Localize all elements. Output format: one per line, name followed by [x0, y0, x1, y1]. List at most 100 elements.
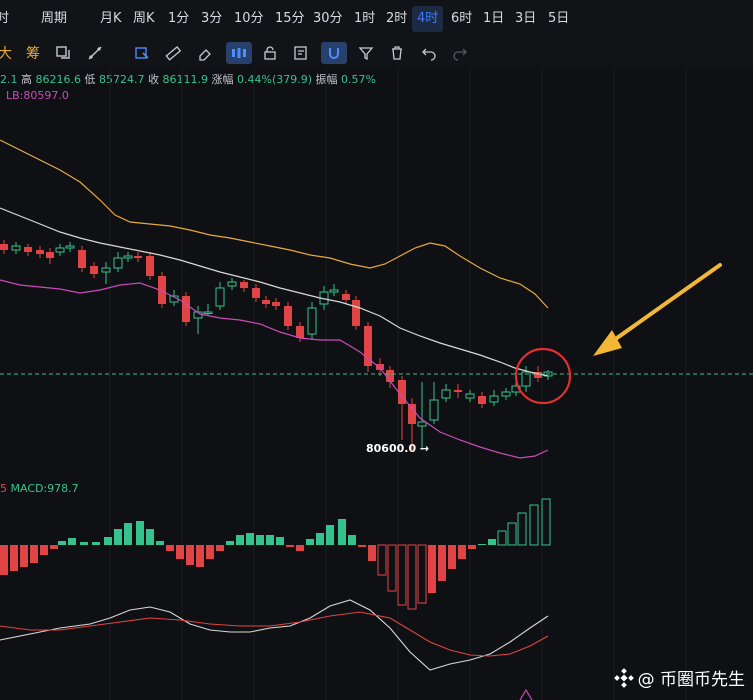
upper-band-line	[0, 139, 549, 309]
trash-icon[interactable]	[386, 42, 408, 64]
dif-line	[0, 599, 549, 671]
candle-body	[284, 306, 292, 326]
tab-tf-5[interactable]: 3分	[196, 0, 227, 38]
macd-bar	[488, 539, 496, 545]
candle-body	[101, 267, 111, 273]
macd-bar	[286, 545, 294, 547]
macd-bar	[448, 545, 456, 569]
candle-body	[24, 247, 32, 252]
macd-bar	[326, 525, 334, 545]
candle-body	[454, 390, 462, 392]
tab-tf-15[interactable]: 5日	[543, 0, 574, 38]
candle-body	[0, 244, 8, 250]
undo-icon[interactable]	[418, 42, 440, 64]
candle-body	[215, 287, 225, 307]
tab-tf-9[interactable]: 1时	[349, 0, 380, 38]
macd-bar	[497, 530, 507, 546]
macd-bar	[517, 512, 527, 546]
candle-body	[113, 257, 123, 269]
macd-legend: 5 MACD:978.7	[0, 482, 79, 495]
tab-tf-14[interactable]: 3日	[510, 0, 541, 38]
bottom-marker	[519, 688, 533, 700]
tab-tf-3[interactable]: 周K	[128, 0, 160, 38]
candle-body	[441, 389, 451, 399]
candle-body	[146, 256, 154, 276]
edit-list-icon[interactable]	[290, 42, 312, 64]
tab-tf-2[interactable]: 月K	[95, 0, 127, 38]
macd-bar	[30, 545, 38, 563]
macd-bar	[428, 545, 436, 593]
candle-body	[352, 300, 360, 326]
arrow-head	[593, 330, 622, 356]
macd-bar	[40, 545, 48, 555]
macd-bar	[306, 539, 314, 545]
tool-chou[interactable]: 筹	[22, 42, 44, 64]
candle-body	[203, 311, 213, 314]
candle-body	[342, 294, 350, 300]
macd-bar	[266, 535, 274, 545]
dea-line	[0, 611, 549, 657]
redo-icon[interactable]	[449, 42, 471, 64]
macd-bar	[478, 544, 486, 545]
tab-tf-12[interactable]: 6时	[446, 0, 477, 38]
cursor-square-icon[interactable]	[131, 42, 153, 64]
lower-band-line	[0, 279, 549, 459]
candle-body	[11, 245, 21, 251]
tab-tf-10[interactable]: 2时	[381, 0, 412, 38]
candle-body	[240, 282, 248, 288]
macd-bar	[206, 545, 214, 559]
candle-body	[65, 245, 75, 249]
tab-tf-6[interactable]: 10分	[229, 0, 269, 38]
candle-body	[134, 256, 142, 258]
replace-icon[interactable]	[52, 42, 74, 64]
macd-histogram	[0, 498, 551, 610]
candle-body	[417, 421, 427, 427]
macd-bar	[256, 535, 264, 545]
macd-bar	[50, 545, 58, 549]
candle-body	[307, 307, 317, 335]
candle-body	[55, 247, 65, 253]
macd-bar	[196, 545, 204, 567]
watermark: @ 币圈币先生	[613, 665, 745, 690]
candle-body	[376, 364, 384, 370]
candles-icon[interactable]	[226, 42, 252, 64]
lock-icon[interactable]	[259, 42, 281, 64]
tab-tf-4[interactable]: 1分	[163, 0, 194, 38]
tab-tf-11[interactable]: 4时	[412, 6, 444, 32]
macd-bar	[176, 545, 184, 559]
tab-tf-7[interactable]: 15分	[270, 0, 310, 38]
candle-body	[478, 396, 486, 404]
macd-value: MACD:978.7	[10, 482, 79, 495]
magnet-icon[interactable]	[321, 42, 347, 64]
macd-bar	[458, 545, 466, 559]
tab-tf-0[interactable]: 分时	[0, 0, 14, 38]
candle-body	[465, 393, 475, 399]
macd-bar	[507, 522, 517, 546]
arrow-shaft	[598, 263, 722, 352]
macd-bar	[156, 541, 164, 545]
ruler-icon[interactable]	[162, 42, 184, 64]
candle-body	[90, 266, 98, 274]
macd-bar	[368, 545, 376, 561]
candle-body	[36, 250, 44, 254]
macd-bar	[348, 535, 356, 545]
pen-ruler-icon[interactable]	[84, 42, 106, 64]
candle-body	[262, 300, 270, 304]
binance-logo-icon	[613, 667, 634, 688]
candle-body	[182, 296, 190, 322]
tab-tf-13[interactable]: 1日	[478, 0, 509, 38]
candlesticks	[0, 240, 553, 450]
tab-tf-1[interactable]: 周期	[36, 0, 72, 38]
macd-bar	[226, 541, 234, 545]
tool-da[interactable]: 大	[0, 42, 16, 64]
macd-prefix: 5	[0, 482, 7, 495]
tab-tf-8[interactable]: 30分	[308, 0, 348, 38]
macd-bar	[236, 535, 244, 545]
eraser-icon[interactable]	[194, 42, 216, 64]
middle-band-line	[0, 207, 549, 377]
macd-bar	[438, 545, 446, 581]
filter-icon[interactable]	[355, 42, 377, 64]
macd-bar	[541, 498, 551, 546]
macd-bar	[387, 544, 397, 592]
price-chart[interactable]	[0, 68, 753, 700]
